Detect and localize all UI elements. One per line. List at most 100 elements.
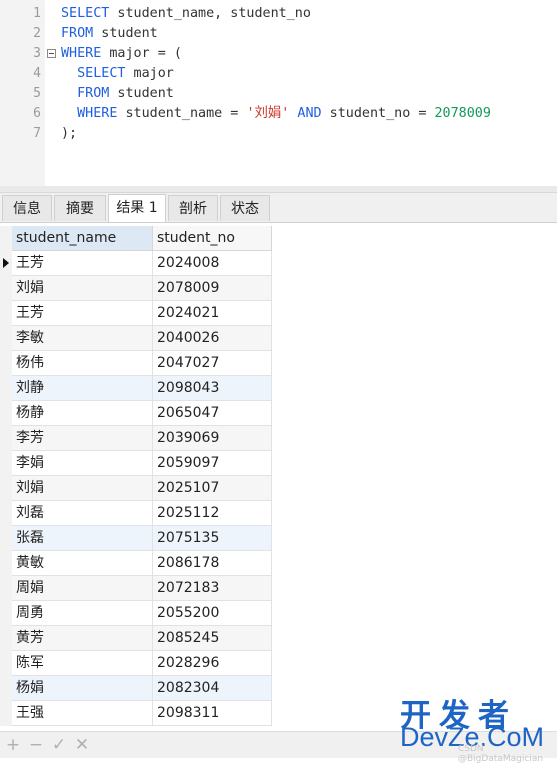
tab-status[interactable]: 状态 bbox=[220, 195, 270, 221]
cell-student-no[interactable]: 2098311 bbox=[153, 701, 272, 726]
discard-changes-button[interactable]: ✕ bbox=[72, 734, 92, 756]
cell-student-no[interactable]: 2065047 bbox=[153, 401, 272, 426]
table-row[interactable]: 李敏 2040026 bbox=[12, 326, 272, 351]
tab-summary[interactable]: 摘要 bbox=[54, 195, 106, 221]
cell-student-name[interactable]: 张磊 bbox=[12, 526, 153, 551]
table-row[interactable]: 刘娟 2025107 bbox=[12, 476, 272, 501]
line-number: 3 bbox=[33, 46, 41, 61]
sql-keyword: WHERE bbox=[77, 106, 118, 121]
code-line[interactable]: 4 SELECT major bbox=[0, 64, 557, 84]
cell-student-name[interactable]: 杨静 bbox=[12, 401, 153, 426]
cell-student-name[interactable]: 王强 bbox=[12, 701, 153, 726]
code-line[interactable]: 6 WHERE student_name = '刘娟' AND student_… bbox=[0, 104, 557, 124]
apply-changes-button[interactable]: ✓ bbox=[49, 734, 69, 756]
sql-token: major = ( bbox=[101, 46, 182, 61]
cell-student-name[interactable]: 李芳 bbox=[12, 426, 153, 451]
table-row[interactable]: 王芳 2024008 bbox=[12, 251, 272, 276]
cell-student-name[interactable]: 刘磊 bbox=[12, 501, 153, 526]
cell-student-name[interactable]: 杨娟 bbox=[12, 676, 153, 701]
cell-student-name[interactable]: 黄敏 bbox=[12, 551, 153, 576]
sql-keyword: SELECT bbox=[61, 6, 110, 21]
table-row[interactable]: 周娟 2072183 bbox=[12, 576, 272, 601]
table-row[interactable]: 陈军 2028296 bbox=[12, 651, 272, 676]
cell-student-name[interactable]: 周勇 bbox=[12, 601, 153, 626]
splitter[interactable] bbox=[0, 186, 557, 193]
sql-token: major bbox=[125, 66, 174, 81]
cell-student-no[interactable]: 2078009 bbox=[153, 276, 272, 301]
table-row[interactable]: 张磊 2075135 bbox=[12, 526, 272, 551]
cell-student-name[interactable]: 杨伟 bbox=[12, 351, 153, 376]
cell-student-name[interactable]: 李娟 bbox=[12, 451, 153, 476]
table-row[interactable]: 王强 2098311 bbox=[12, 701, 272, 726]
table-row[interactable]: 李芳 2039069 bbox=[12, 426, 272, 451]
table-row[interactable]: 杨静 2065047 bbox=[12, 401, 272, 426]
fold-toggle-icon[interactable] bbox=[47, 49, 56, 58]
sql-keyword: FROM bbox=[77, 86, 110, 101]
table-row[interactable]: 王芳 2024021 bbox=[12, 301, 272, 326]
cell-student-no[interactable]: 2059097 bbox=[153, 451, 272, 476]
code-text: SELECT major bbox=[61, 64, 174, 84]
current-row-indicator-icon bbox=[3, 258, 9, 268]
cell-student-no[interactable]: 2098043 bbox=[153, 376, 272, 401]
cell-student-no[interactable]: 2055200 bbox=[153, 601, 272, 626]
cell-student-name[interactable]: 刘娟 bbox=[12, 476, 153, 501]
watermark-credit: CSDN @BigDataMagician bbox=[458, 744, 544, 764]
cell-student-name[interactable]: 刘娟 bbox=[12, 276, 153, 301]
cell-student-no[interactable]: 2072183 bbox=[153, 576, 272, 601]
code-text: SELECT student_name, student_no bbox=[61, 4, 311, 24]
table-row[interactable]: 刘娟 2078009 bbox=[12, 276, 272, 301]
cell-student-no[interactable]: 2025107 bbox=[153, 476, 272, 501]
cell-student-no[interactable]: 2040026 bbox=[153, 326, 272, 351]
table-row[interactable]: 杨伟 2047027 bbox=[12, 351, 272, 376]
cell-student-name[interactable]: 刘静 bbox=[12, 376, 153, 401]
code-line[interactable]: 7); bbox=[0, 124, 557, 144]
cell-student-no[interactable]: 2085245 bbox=[153, 626, 272, 651]
cell-student-name[interactable]: 王芳 bbox=[12, 301, 153, 326]
line-number: 6 bbox=[33, 106, 41, 121]
code-text: WHERE major = ( bbox=[61, 44, 182, 64]
table-row[interactable]: 杨娟 2082304 bbox=[12, 676, 272, 701]
sql-editor[interactable]: 1 SELECT student_name, student_no 2 FROM st… bbox=[0, 0, 557, 186]
cell-student-name[interactable]: 黄芳 bbox=[12, 626, 153, 651]
add-record-button[interactable]: + bbox=[3, 734, 23, 756]
cell-student-no[interactable]: 2082304 bbox=[153, 676, 272, 701]
tab-info[interactable]: 信息 bbox=[2, 195, 52, 221]
cell-student-no[interactable]: 2024021 bbox=[153, 301, 272, 326]
cell-student-name[interactable]: 李敏 bbox=[12, 326, 153, 351]
cell-student-no[interactable]: 2086178 bbox=[153, 551, 272, 576]
table-row[interactable]: 刘静 2098043 bbox=[12, 376, 272, 401]
code-text: FROM student bbox=[61, 84, 174, 104]
table-row[interactable]: 黄芳 2085245 bbox=[12, 626, 272, 651]
tab-result-1[interactable]: 结果 1 bbox=[108, 194, 166, 222]
cell-student-name[interactable]: 王芳 bbox=[12, 251, 153, 276]
code-text: ); bbox=[61, 124, 77, 144]
code-line[interactable]: 5 FROM student bbox=[0, 84, 557, 104]
tab-profile[interactable]: 剖析 bbox=[168, 195, 218, 221]
table-row[interactable]: 黄敏 2086178 bbox=[12, 551, 272, 576]
cell-student-name[interactable]: 陈军 bbox=[12, 651, 153, 676]
column-header-student-no[interactable]: student_no bbox=[153, 226, 272, 251]
cell-student-no[interactable]: 2025112 bbox=[153, 501, 272, 526]
sql-keyword: WHERE bbox=[61, 46, 102, 61]
cell-student-no[interactable]: 2028296 bbox=[153, 651, 272, 676]
code-line[interactable]: 1 SELECT student_name, student_no bbox=[0, 4, 557, 24]
code-line[interactable]: 3 WHERE major = ( bbox=[0, 44, 557, 64]
cell-student-no[interactable]: 2075135 bbox=[153, 526, 272, 551]
delete-record-button[interactable]: − bbox=[26, 734, 46, 756]
cell-student-no[interactable]: 2039069 bbox=[153, 426, 272, 451]
table-row[interactable]: 李娟 2059097 bbox=[12, 451, 272, 476]
sql-keyword: AND bbox=[297, 106, 322, 121]
cell-student-no[interactable]: 2047027 bbox=[153, 351, 272, 376]
line-number: 7 bbox=[33, 126, 41, 141]
sql-number: 2078009 bbox=[434, 106, 491, 121]
code-line[interactable]: 2 FROM student bbox=[0, 24, 557, 44]
cell-student-name[interactable]: 周娟 bbox=[12, 576, 153, 601]
sql-token: student bbox=[109, 86, 174, 101]
sql-token: student bbox=[93, 26, 158, 41]
cell-student-no[interactable]: 2024008 bbox=[153, 251, 272, 276]
column-header-student-name[interactable]: student_name bbox=[12, 226, 153, 251]
table-row[interactable]: 周勇 2055200 bbox=[12, 601, 272, 626]
table-row[interactable]: 刘磊 2025112 bbox=[12, 501, 272, 526]
